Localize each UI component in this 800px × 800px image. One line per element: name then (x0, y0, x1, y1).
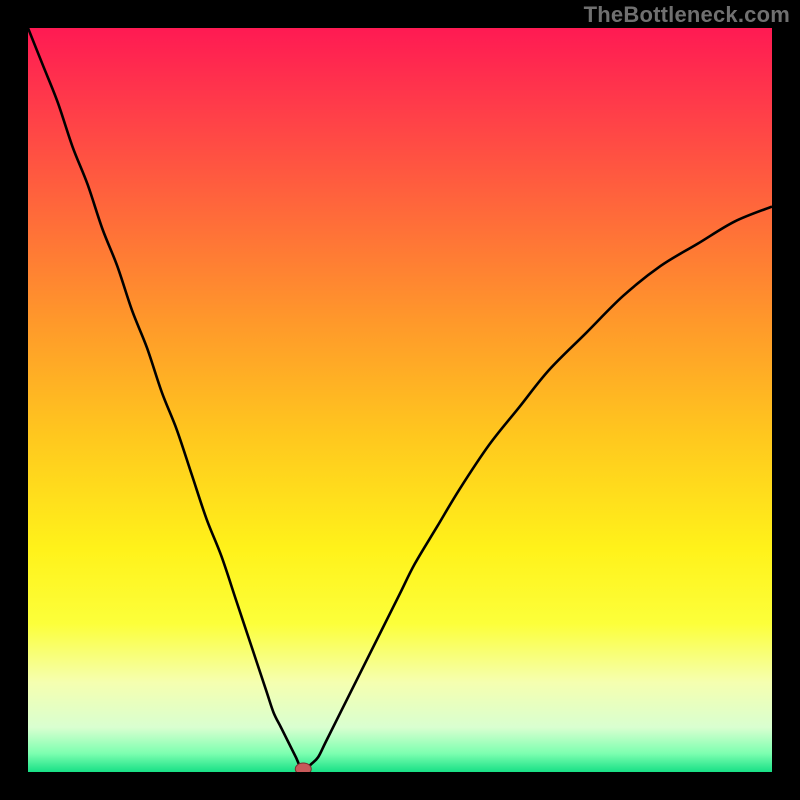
chart-svg (28, 28, 772, 772)
watermark-text: TheBottleneck.com (584, 2, 790, 28)
background-gradient (28, 28, 772, 772)
optimal-point-marker (295, 763, 311, 772)
plot-area (28, 28, 772, 772)
chart-frame: TheBottleneck.com (0, 0, 800, 800)
